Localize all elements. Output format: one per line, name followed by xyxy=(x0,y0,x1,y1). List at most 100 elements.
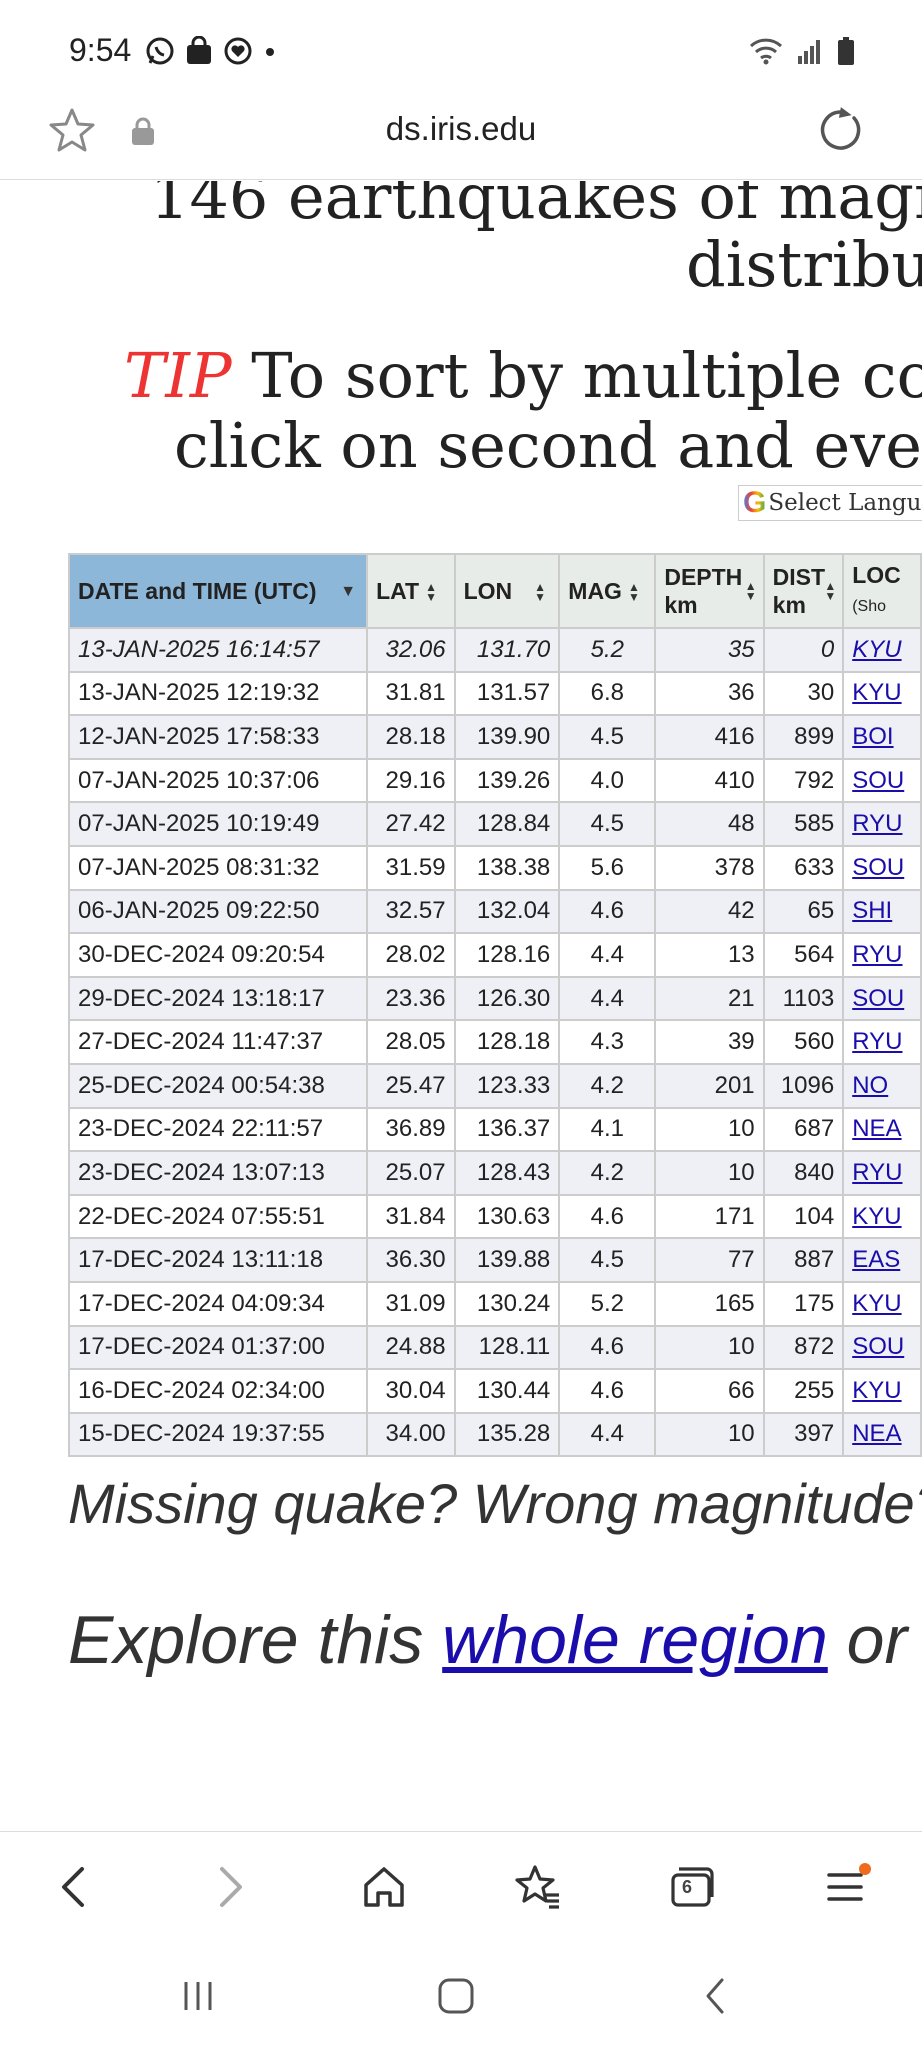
location-link[interactable]: RYU xyxy=(852,941,902,968)
bookmarks-button[interactable] xyxy=(506,1855,570,1919)
table-row[interactable]: 29-DEC-2024 13:18:17 23.36 126.30 4.4 21 1103… xyxy=(67,975,922,1022)
forward-button[interactable] xyxy=(198,1855,262,1919)
location-link[interactable]: RYU xyxy=(852,1028,902,1055)
location-link[interactable]: KYU xyxy=(852,1290,901,1317)
reload-icon[interactable] xyxy=(814,104,866,156)
location-link[interactable]: KYU xyxy=(852,679,901,706)
cell-dist: 585 xyxy=(762,801,845,847)
cell-lon: 139.88 xyxy=(453,1237,561,1283)
location-link[interactable]: NEA xyxy=(852,1115,901,1142)
location-link[interactable]: SOU xyxy=(852,985,904,1012)
cell-location[interactable]: NO xyxy=(842,1062,922,1109)
cell-date: 07-JAN-2025 10:37:06 xyxy=(67,757,369,804)
menu-button[interactable] xyxy=(814,1855,878,1919)
table-row[interactable]: 27-DEC-2024 11:47:37 28.05 128.18 4.3 39 560 R… xyxy=(67,1019,922,1065)
cell-dist: 255 xyxy=(762,1368,845,1414)
cell-location[interactable]: SOU xyxy=(842,757,922,804)
cell-depth: 10 xyxy=(654,1324,765,1371)
table-row[interactable]: 12-JAN-2025 17:58:33 28.18 139.90 4.5 416 899… xyxy=(67,714,922,760)
cell-depth: 36 xyxy=(654,670,765,717)
location-link[interactable]: BOI xyxy=(852,723,893,750)
table-row[interactable]: 06-JAN-2025 09:22:50 32.57 132.04 4.6 42 65 SH… xyxy=(67,888,922,935)
cell-location[interactable]: KYU xyxy=(842,1193,922,1240)
headline-line-2: distribu xyxy=(686,228,922,301)
cell-location[interactable]: SOU xyxy=(842,975,922,1022)
table-row[interactable]: 15-DEC-2024 19:37:55 34.00 135.28 4.4 10 397 N… xyxy=(67,1411,922,1458)
table-row[interactable]: 07-JAN-2025 10:19:49 27.42 128.84 4.5 48 585 R… xyxy=(67,801,922,847)
cell-location[interactable]: SOU xyxy=(842,844,922,891)
table-row[interactable]: 16-DEC-2024 02:34:00 30.04 130.44 4.6 66 255 K… xyxy=(67,1368,922,1414)
cell-dist: 1103 xyxy=(762,975,845,1022)
table-row[interactable]: 07-JAN-2025 10:37:06 29.16 139.26 4.0 410 792… xyxy=(67,757,922,804)
location-link[interactable]: SOU xyxy=(852,854,904,881)
cell-location[interactable]: KYU xyxy=(842,1368,922,1414)
location-link[interactable]: NEA xyxy=(852,1420,901,1447)
cell-date: 06-JAN-2025 09:22:50 xyxy=(67,888,369,935)
cell-depth: 410 xyxy=(654,757,765,804)
column-header-dist[interactable]: DIST km ▲ ▼ xyxy=(762,553,845,629)
cell-date: 22-DEC-2024 07:55:51 xyxy=(67,1193,369,1240)
cell-date: 15-DEC-2024 19:37:55 xyxy=(67,1411,369,1458)
home-button[interactable] xyxy=(352,1855,416,1919)
recent-apps-button[interactable] xyxy=(168,1966,228,2026)
table-row[interactable]: 13-JAN-2025 12:19:32 31.81 131.57 6.8 36 30 KY… xyxy=(67,670,922,717)
table-row[interactable]: 23-DEC-2024 13:07:13 25.07 128.43 4.2 10 840 R… xyxy=(67,1150,922,1196)
location-link[interactable]: SHI xyxy=(852,897,892,924)
cell-location[interactable]: RYU xyxy=(842,1150,922,1196)
table-row[interactable]: 17-DEC-2024 01:37:00 24.88 128.11 4.6 10 872 S… xyxy=(67,1324,922,1371)
table-row[interactable]: 22-DEC-2024 07:55:51 31.84 130.63 4.6 171 104… xyxy=(67,1193,922,1240)
location-link[interactable]: KYU xyxy=(852,636,901,663)
explore-prefix: Explore this xyxy=(68,1602,443,1678)
system-back-button[interactable] xyxy=(686,1966,746,2026)
location-link[interactable]: KYU xyxy=(852,1203,901,1230)
table-row[interactable]: 25-DEC-2024 00:54:38 25.47 123.33 4.2 201 109… xyxy=(67,1062,922,1109)
cell-dist: 30 xyxy=(762,670,845,717)
cell-location[interactable]: RYU xyxy=(842,932,922,978)
location-link[interactable]: RYU xyxy=(852,810,902,837)
table-row[interactable]: 23-DEC-2024 22:11:57 36.89 136.37 4.1 10 687 N… xyxy=(67,1106,922,1153)
table-row[interactable]: 13-JAN-2025 16:14:57 32.06 131.70 5.2 35 0 KYU xyxy=(67,627,922,673)
cell-location[interactable]: SOU xyxy=(842,1324,922,1371)
back-button[interactable] xyxy=(42,1855,106,1919)
column-header-lon[interactable]: LON ▲ ▼ xyxy=(453,553,561,629)
cell-location[interactable]: NEA xyxy=(842,1411,922,1458)
system-home-button[interactable] xyxy=(426,1966,486,2026)
cell-location[interactable]: NEA xyxy=(842,1106,922,1153)
location-link[interactable]: SOU xyxy=(852,767,904,794)
translate-label: Select Langua xyxy=(768,490,922,516)
column-header-date[interactable]: DATE and TIME (UTC) ▼ xyxy=(67,553,369,629)
column-header-lat[interactable]: LAT ▲ ▼ xyxy=(366,553,456,629)
whole-region-link[interactable]: whole region xyxy=(442,1602,828,1678)
column-header-mag[interactable]: MAG ▲ ▼ xyxy=(558,553,657,629)
cell-location[interactable]: KYU xyxy=(842,1280,922,1327)
cell-depth: 10 xyxy=(654,1411,765,1458)
cell-location[interactable]: EAS xyxy=(842,1237,922,1283)
tabs-button[interactable]: 6 xyxy=(660,1855,724,1919)
column-header-depth[interactable]: DEPTH km ▲ ▼ xyxy=(654,553,765,629)
location-link[interactable]: SOU xyxy=(852,1333,904,1360)
cell-location[interactable]: BOI xyxy=(842,714,922,760)
cell-lat: 24.88 xyxy=(366,1324,456,1371)
cell-location[interactable]: RYU xyxy=(842,1019,922,1065)
location-link[interactable]: KYU xyxy=(852,1377,901,1404)
cell-location[interactable]: KYU xyxy=(842,670,922,717)
cell-location[interactable]: SHI xyxy=(842,888,922,935)
system-home-icon xyxy=(438,1978,474,2014)
url-domain[interactable]: ds.iris.edu xyxy=(0,110,922,148)
cell-lon: 128.16 xyxy=(453,932,561,978)
cell-location[interactable]: KYU xyxy=(842,627,922,673)
location-link[interactable]: RYU xyxy=(852,1159,902,1186)
google-translate-select[interactable]: G Select Langua xyxy=(738,485,922,521)
table-row[interactable]: 17-DEC-2024 04:09:34 31.09 130.24 5.2 165 175… xyxy=(67,1280,922,1327)
mag-header-label: MAG xyxy=(568,577,622,604)
location-link[interactable]: EAS xyxy=(852,1246,900,1273)
column-header-location[interactable]: LOC (Sho xyxy=(842,553,922,629)
location-link[interactable]: NO xyxy=(852,1072,888,1099)
cell-location[interactable]: RYU xyxy=(842,801,922,847)
table-row[interactable]: 30-DEC-2024 09:20:54 28.02 128.16 4.4 13 564 R… xyxy=(67,932,922,978)
signal-icon xyxy=(798,40,820,64)
table-row[interactable]: 07-JAN-2025 08:31:32 31.59 138.38 5.6 378 633… xyxy=(67,844,922,891)
cell-depth: 201 xyxy=(654,1062,765,1109)
cell-lat: 31.09 xyxy=(366,1280,456,1327)
table-row[interactable]: 17-DEC-2024 13:11:18 36.30 139.88 4.5 77 887 E… xyxy=(67,1237,922,1283)
